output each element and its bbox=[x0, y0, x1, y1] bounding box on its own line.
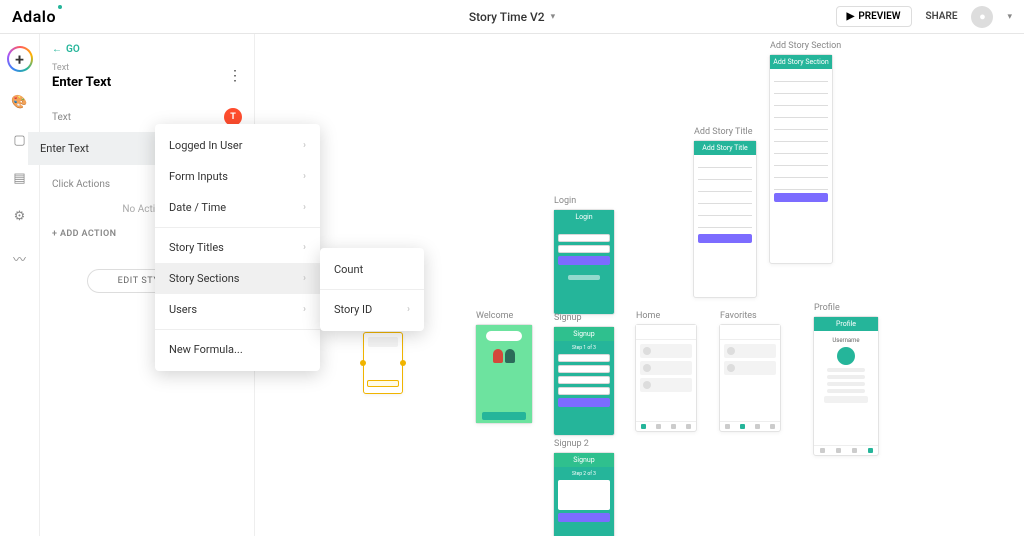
menu-item-label: Logged In User bbox=[169, 139, 242, 152]
screen-welcome[interactable]: Welcome bbox=[475, 324, 533, 424]
screen-login[interactable]: Login Login bbox=[553, 209, 615, 315]
chevron-down-icon: ▾ bbox=[551, 12, 556, 22]
screen-selected[interactable] bbox=[363, 332, 403, 394]
component-type: Text bbox=[52, 63, 242, 73]
arrow-left-icon: ← bbox=[52, 44, 62, 55]
screen-label: Add Story Title bbox=[694, 127, 753, 137]
project-name: Story Time V2 bbox=[469, 10, 545, 24]
text-section-label: Text bbox=[52, 112, 71, 123]
submenu-item-count[interactable]: Count bbox=[320, 254, 424, 285]
user-icon: ● bbox=[979, 10, 986, 23]
chevron-right-icon: › bbox=[303, 140, 306, 151]
menu-item-story-sections[interactable]: Story Sections › bbox=[155, 263, 320, 294]
menu-separator bbox=[155, 227, 320, 228]
preview-button[interactable]: ▶ PREVIEW bbox=[836, 6, 912, 27]
database-icon[interactable]: ▤ bbox=[12, 170, 28, 186]
more-icon[interactable]: ⋮ bbox=[228, 68, 242, 84]
go-label: GO bbox=[66, 44, 80, 55]
menu-item-label: Count bbox=[334, 263, 363, 276]
signup-subtitle: Step 1 of 3 bbox=[558, 345, 610, 351]
share-button[interactable]: SHARE bbox=[926, 11, 958, 22]
chevron-right-icon: › bbox=[303, 171, 306, 182]
account-menu[interactable]: ● bbox=[971, 6, 993, 28]
screen-signup-2[interactable]: Signup 2 Signup Step 2 of 3 bbox=[553, 452, 615, 536]
publish-icon[interactable]: 〰 bbox=[12, 250, 28, 266]
screen-profile[interactable]: Profile Profile Username bbox=[813, 316, 879, 456]
logo: Adalo bbox=[12, 7, 56, 26]
menu-separator bbox=[320, 289, 424, 290]
screen-header: Add Story Section bbox=[770, 55, 832, 69]
signup2-subtitle: Step 2 of 3 bbox=[558, 471, 610, 477]
screen-label: Login bbox=[554, 196, 576, 206]
screen-label: Home bbox=[636, 311, 660, 321]
go-back-button[interactable]: ← GO bbox=[52, 44, 242, 55]
settings-icon[interactable]: ⚙ bbox=[12, 208, 28, 224]
welcome-bubble bbox=[486, 331, 522, 341]
tool-rail: + 🎨 ▢ ▤ ⚙ 〰 bbox=[0, 34, 40, 536]
menu-item-form-inputs[interactable]: Form Inputs › bbox=[155, 161, 320, 192]
component-title: Enter Text bbox=[52, 75, 242, 90]
chevron-right-icon: › bbox=[303, 242, 306, 253]
project-switcher[interactable]: Story Time V2 ▾ bbox=[469, 10, 555, 24]
screens-icon[interactable]: ▢ bbox=[12, 132, 28, 148]
play-icon: ▶ bbox=[847, 11, 855, 22]
submenu-item-story-id[interactable]: Story ID › bbox=[320, 294, 424, 325]
menu-separator bbox=[155, 329, 320, 330]
screen-label: Welcome bbox=[476, 311, 513, 321]
chevron-right-icon: › bbox=[303, 202, 306, 213]
chevron-right-icon: › bbox=[303, 304, 306, 315]
screen-header: Profile bbox=[814, 317, 878, 331]
menu-item-date-time[interactable]: Date / Time › bbox=[155, 192, 320, 223]
screen-label: Signup 2 bbox=[554, 439, 589, 449]
menu-item-story-titles[interactable]: Story Titles › bbox=[155, 232, 320, 263]
story-sections-submenu: Count Story ID › bbox=[320, 248, 424, 331]
menu-item-label: Date / Time bbox=[169, 201, 226, 214]
chevron-down-icon: ▾ bbox=[1007, 12, 1012, 22]
top-bar: Adalo Story Time V2 ▾ ▶ PREVIEW SHARE ● … bbox=[0, 0, 1024, 34]
menu-item-label: Story Titles bbox=[169, 241, 224, 254]
screen-home[interactable]: Home bbox=[635, 324, 697, 432]
avatar-icon bbox=[837, 347, 855, 365]
palette-icon[interactable]: 🎨 bbox=[12, 94, 28, 110]
screen-signup[interactable]: Signup Signup Step 1 of 3 bbox=[553, 326, 615, 436]
welcome-illustration bbox=[493, 349, 515, 363]
screen-add-story-section[interactable]: Add Story Section Add Story Section bbox=[769, 54, 833, 264]
chevron-right-icon: › bbox=[407, 304, 410, 315]
screen-header: Signup bbox=[554, 327, 614, 341]
menu-item-users[interactable]: Users › bbox=[155, 294, 320, 325]
screen-header: Login bbox=[554, 210, 614, 224]
magic-text-menu: Logged In User › Form Inputs › Date / Time… bbox=[155, 124, 320, 371]
screen-header: Signup bbox=[554, 453, 614, 467]
menu-item-label: Users bbox=[169, 303, 197, 316]
menu-item-label: New Formula... bbox=[169, 343, 243, 356]
preview-label: PREVIEW bbox=[858, 11, 900, 22]
screen-label: Signup bbox=[554, 313, 582, 323]
menu-item-logged-in-user[interactable]: Logged In User › bbox=[155, 130, 320, 161]
screen-label: Add Story Section bbox=[770, 41, 841, 51]
screen-add-story-title[interactable]: Add Story Title Add Story Title bbox=[693, 140, 757, 298]
menu-item-label: Story ID bbox=[334, 303, 372, 316]
menu-item-label: Form Inputs bbox=[169, 170, 228, 183]
screen-favorites[interactable]: Favorites bbox=[719, 324, 781, 432]
menu-item-label: Story Sections bbox=[169, 272, 239, 285]
screen-header: Add Story Title bbox=[694, 141, 756, 155]
add-button[interactable]: + bbox=[7, 46, 33, 72]
screen-label: Profile bbox=[814, 303, 840, 313]
chevron-right-icon: › bbox=[303, 273, 306, 284]
menu-item-new-formula[interactable]: New Formula... bbox=[155, 334, 320, 365]
screen-label: Favorites bbox=[720, 311, 757, 321]
